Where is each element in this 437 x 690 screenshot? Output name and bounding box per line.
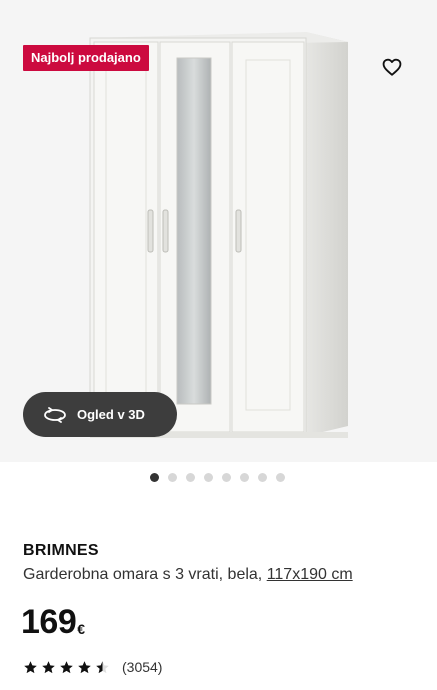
star-icon xyxy=(24,660,37,673)
price-currency: € xyxy=(77,621,86,637)
product-description: Garderobna omara s 3 vrati, bela, 117x19… xyxy=(23,566,353,584)
review-count: (3054) xyxy=(122,659,163,675)
product-rating[interactable]: (3054) xyxy=(23,659,162,675)
heart-icon xyxy=(382,58,402,76)
gallery-dot[interactable] xyxy=(204,473,213,482)
gallery-dot[interactable] xyxy=(276,473,285,482)
view-3d-label: Ogled v 3D xyxy=(77,407,145,422)
product-brand: BRIMNES xyxy=(23,542,99,559)
gallery-dot[interactable] xyxy=(186,473,195,482)
gallery-dot[interactable] xyxy=(222,473,231,482)
product-type: Garderobna omara s 3 vrati, bela, xyxy=(23,566,263,583)
view-3d-button[interactable]: Ogled v 3D xyxy=(23,392,177,437)
gallery-dot[interactable] xyxy=(240,473,249,482)
star-icon xyxy=(42,660,55,673)
star-icon xyxy=(78,660,91,673)
rating-stars xyxy=(23,660,110,675)
gallery-dot[interactable] xyxy=(258,473,267,482)
product-image[interactable] xyxy=(86,30,356,440)
rotate-3d-icon xyxy=(44,406,66,423)
favorite-button[interactable] xyxy=(378,53,406,81)
gallery-pagination xyxy=(150,473,285,482)
product-size-link[interactable]: 117x190 cm xyxy=(267,566,353,583)
product-image-gallery[interactable]: Najbolj prodajano Ogled v 3D xyxy=(0,0,437,462)
star-icon xyxy=(60,660,73,673)
product-price: 169 € xyxy=(21,603,85,641)
bestseller-badge: Najbolj prodajano xyxy=(23,45,149,71)
price-amount: 169 xyxy=(21,603,77,641)
star-icon xyxy=(96,660,109,673)
gallery-dot[interactable] xyxy=(168,473,177,482)
gallery-dot[interactable] xyxy=(150,473,159,482)
